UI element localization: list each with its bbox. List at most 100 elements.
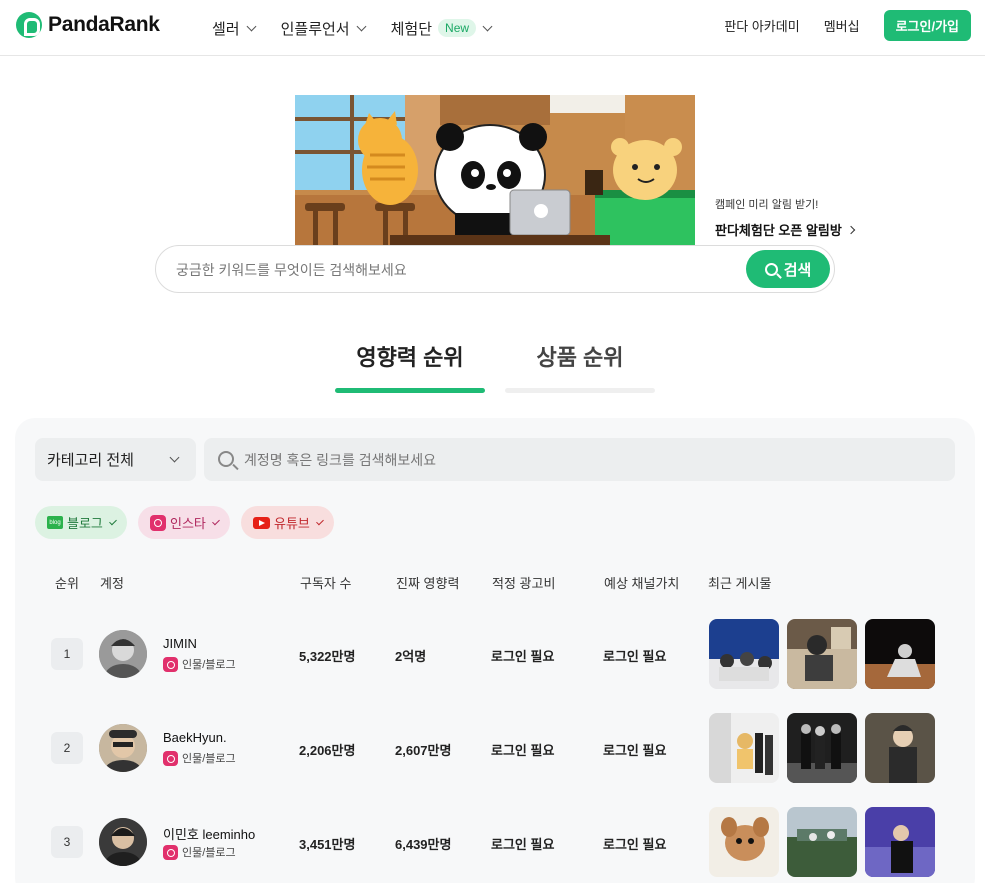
recent-post-thumb[interactable] [787,713,857,783]
chip-instagram-label: 인스타 [170,516,206,531]
hero-banner[interactable] [295,95,695,245]
nav-right: 판다 아카데미 멤버십 로그인/가입 [724,10,971,41]
check-icon [212,517,220,525]
chevron-right-icon [846,225,856,234]
influence-value: 2,607만명 [395,743,452,758]
subscribers-value: 5,322만명 [299,649,356,664]
ad-cost-value: 로그인 필요 [491,837,555,852]
inactive-tab-indicator [505,388,655,393]
chevron-down-icon [356,21,367,31]
account-category: 인물/블로그 [163,750,236,766]
header-account: 계정 [100,576,124,591]
pandarank-logo[interactable]: PandaRank [16,11,160,39]
avatar-image [99,818,147,866]
campaign-notice[interactable]: 캠페인 미리 알림 받기! 판다체험단 오픈 알림방 [715,196,856,239]
avatar[interactable] [99,818,147,866]
header-rank: 순위 [55,576,79,591]
table-header: 순위 계정 구독자 수 진짜 영향력 적정 광고비 예상 채널가치 최근 게시물 [15,573,975,593]
check-icon [109,517,117,525]
category-select[interactable]: 카테고리 전체 [35,438,196,481]
main-search-bar: 검색 [155,245,835,293]
subscribers-value: 2,206만명 [299,743,356,758]
tab-influence-ranking[interactable]: 영향력 순위 [335,340,485,372]
chip-youtube-label: 유튜브 [274,516,310,531]
tab-product-ranking[interactable]: 상품 순위 [505,340,655,372]
post-image [865,713,935,783]
post-image [787,807,857,877]
post-image [865,807,935,877]
instagram-icon [150,514,166,531]
recent-post-thumb[interactable] [865,807,935,877]
post-image [709,619,779,689]
category-label: 인물/블로그 [182,847,236,859]
filter-chip-instagram[interactable]: 인스타 [138,506,230,539]
account-name[interactable]: JIMIN [163,636,197,651]
avatar-image [99,630,147,678]
account-search-bar [204,438,955,481]
active-tab-indicator [335,388,485,393]
recent-post-thumb[interactable] [865,619,935,689]
notice-big-text: 판다체험단 오픈 알림방 [715,220,856,239]
new-badge: New [438,19,477,37]
menu-seller-label: 셀러 [212,20,240,38]
academy-link[interactable]: 판다 아카데미 [724,16,799,35]
channel-value-value: 로그인 필요 [603,743,667,758]
instagram-icon [163,750,178,766]
hero-illustration [295,95,695,245]
recent-post-thumb[interactable] [787,807,857,877]
top-nav: PandaRank 셀러 인플루언서 체험단 New 판다 아카데미 멤버십 로… [0,0,985,56]
post-image [787,619,857,689]
search-button[interactable]: 검색 [746,250,830,288]
channel-value-value: 로그인 필요 [603,837,667,852]
post-image [709,713,779,783]
account-name[interactable]: BaekHyun. [163,730,227,745]
account-search-input[interactable] [244,449,924,471]
menu-experience-label: 체험단 [390,20,433,38]
category-label: 인물/블로그 [182,659,236,671]
ad-cost-value: 로그인 필요 [491,649,555,664]
menu-experience[interactable]: 체험단 New [390,18,493,39]
post-image [787,713,857,783]
ranking-tabs: 영향력 순위 상품 순위 [335,340,655,394]
search-icon [764,262,778,276]
account-name[interactable]: 이민호 leeminho [163,824,255,843]
recent-post-thumb[interactable] [865,713,935,783]
channel-value-value: 로그인 필요 [603,649,667,664]
membership-link[interactable]: 멤버십 [824,16,860,35]
influence-value: 6,439만명 [395,837,452,852]
account-category: 인물/블로그 [163,844,236,860]
recent-post-thumb[interactable] [787,619,857,689]
recent-post-thumb[interactable] [709,807,779,877]
check-icon [316,517,324,525]
filter-chip-youtube[interactable]: 유튜브 [241,506,334,539]
logo-text: PandaRank [48,13,160,36]
chip-blog-label: 블로그 [67,516,103,531]
recent-post-thumb[interactable] [709,713,779,783]
main-menu: 셀러 인플루언서 체험단 New [212,0,517,56]
notice-big-label: 판다체험단 오픈 알림방 [715,223,842,238]
filter-chip-blog[interactable]: blog 블로그 [35,506,127,539]
menu-seller[interactable]: 셀러 [212,18,257,39]
login-signup-button[interactable]: 로그인/가입 [883,10,971,41]
main-search-input[interactable] [176,258,716,282]
blog-icon: blog [47,516,63,529]
table-row[interactable]: 2 BaekHyun. 인물/블로그 2,206만명 2,607만명 로그인 필… [15,708,975,788]
menu-influencer[interactable]: 인플루언서 [280,18,367,39]
header-subscribers: 구독자 수 [300,576,352,591]
recent-post-thumb[interactable] [709,619,779,689]
avatar[interactable] [99,724,147,772]
table-row[interactable]: 3 이민호 leeminho 인물/블로그 3,451만명 6,439만명 로그… [15,802,975,882]
category-select-label: 카테고리 전체 [47,452,134,469]
youtube-icon [253,516,270,529]
header-recent-posts: 최근 게시물 [708,576,772,591]
menu-influencer-label: 인플루언서 [280,20,350,38]
instagram-icon [163,656,178,672]
table-row[interactable]: 1 JIMIN 인물/블로그 5,322만명 2억명 로그인 필요 로그인 필요 [15,614,975,694]
search-button-label: 검색 [783,261,812,279]
influence-value: 2억명 [395,649,427,664]
header-influence: 진짜 영향력 [396,576,460,591]
avatar[interactable] [99,630,147,678]
rank-badge: 3 [51,826,83,858]
rank-badge: 2 [51,732,83,764]
post-image [865,619,935,689]
